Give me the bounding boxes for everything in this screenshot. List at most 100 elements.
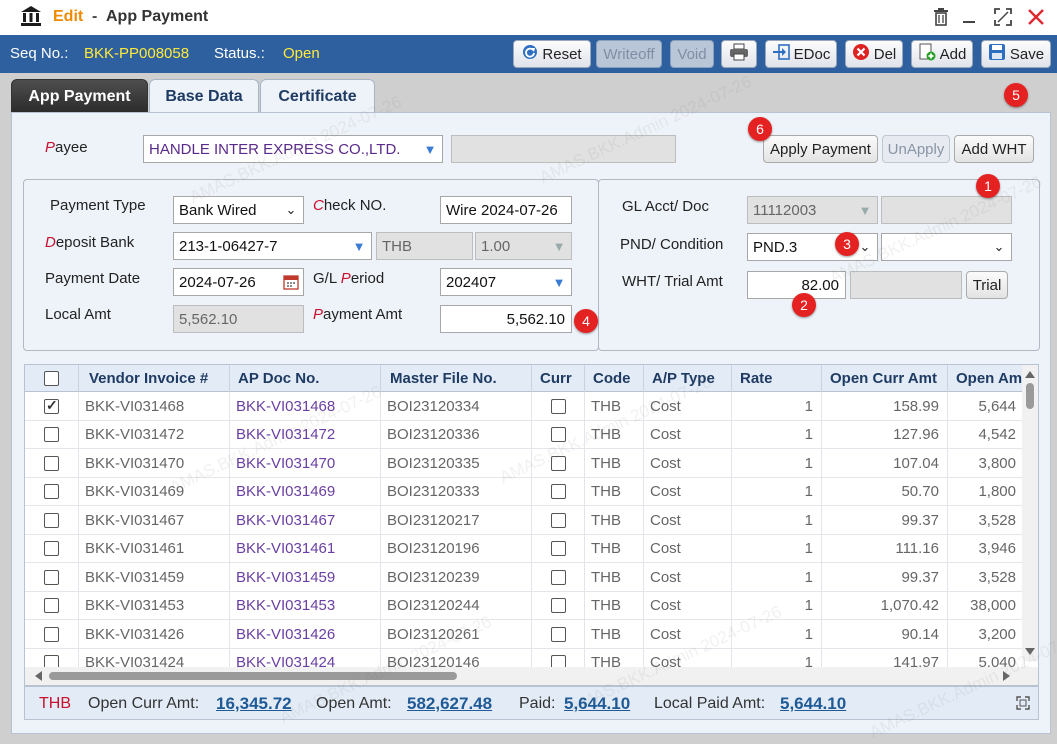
- row-checkbox[interactable]: [44, 484, 59, 499]
- curr-checkbox-cell[interactable]: [532, 506, 585, 534]
- table-row[interactable]: BKK-VI031470 BKK-VI031470 BOI23120335 THB Co…: [25, 449, 1025, 478]
- close-icon[interactable]: [1025, 6, 1047, 28]
- ap-doc-link[interactable]: BKK-VI031468: [230, 392, 381, 420]
- col-open-curr-amt[interactable]: Open Curr Amt: [822, 365, 948, 392]
- curr-checkbox-cell[interactable]: [532, 620, 585, 648]
- row-checkbox[interactable]: [44, 626, 59, 642]
- curr-checkbox[interactable]: [550, 512, 566, 528]
- select-all-checkbox[interactable]: [44, 371, 59, 386]
- row-checkbox[interactable]: [44, 455, 59, 471]
- condition-select[interactable]: ⌄: [881, 233, 1012, 261]
- curr-checkbox-cell[interactable]: [532, 477, 585, 506]
- row-select-cell[interactable]: [25, 534, 79, 563]
- row-select-cell[interactable]: [25, 420, 79, 449]
- expand-icon[interactable]: [1016, 696, 1030, 715]
- curr-checkbox-cell[interactable]: [532, 591, 585, 620]
- table-row[interactable]: BKK-VI031472 BKK-VI031472 BOI23120336 THB Co…: [25, 420, 1025, 449]
- trash-icon[interactable]: [930, 6, 952, 28]
- row-select-cell[interactable]: [25, 563, 79, 591]
- gl-period-select[interactable]: 202407 ▼: [440, 268, 572, 296]
- ap-doc-link[interactable]: BKK-VI031467: [230, 506, 381, 534]
- table-row[interactable]: BKK-VI031468BKK-VI031468BOI23120334THBCo…: [25, 392, 1025, 421]
- table-row[interactable]: BKK-VI031467 BKK-VI031467 BOI23120217 THB Co…: [25, 506, 1025, 535]
- table-row[interactable]: BKK-VI031426 BKK-VI031426 BOI23120261 THB Co…: [25, 620, 1025, 649]
- delete-button[interactable]: Del: [845, 40, 903, 68]
- unapply-button[interactable]: UnApply: [882, 135, 950, 163]
- calendar-icon[interactable]: [279, 269, 303, 295]
- payment-type-select[interactable]: Bank Wired ⌄: [173, 196, 304, 224]
- curr-checkbox-cell[interactable]: [532, 449, 585, 477]
- open-amt-value[interactable]: 582,627.48: [407, 694, 492, 714]
- col-vendor-invoice[interactable]: Vendor Invoice #: [79, 365, 230, 392]
- ap-doc-link[interactable]: BKK-VI031453: [230, 591, 381, 620]
- col-rate[interactable]: Rate: [732, 365, 822, 392]
- curr-checkbox[interactable]: [550, 541, 566, 556]
- row-checkbox[interactable]: [44, 397, 59, 414]
- ap-doc-link[interactable]: BKK-VI031469: [230, 477, 381, 506]
- col-ap-type[interactable]: A/P Type: [644, 365, 732, 392]
- check-no-input[interactable]: Wire 2024-07-26: [440, 196, 572, 224]
- ap-doc-link[interactable]: BKK-VI031461: [230, 534, 381, 563]
- row-select-cell[interactable]: [25, 449, 79, 477]
- open-curr-amt-value[interactable]: 16,345.72: [216, 694, 292, 714]
- minimize-icon[interactable]: [958, 6, 980, 28]
- curr-checkbox[interactable]: [550, 569, 566, 585]
- table-row[interactable]: BKK-VI031461 BKK-VI031461 BOI23120196 THB Co…: [25, 534, 1025, 563]
- tab-certificate[interactable]: Certificate: [260, 79, 375, 113]
- row-checkbox[interactable]: [44, 569, 59, 585]
- void-button[interactable]: Void: [670, 40, 714, 68]
- row-select-cell[interactable]: [25, 506, 79, 534]
- curr-checkbox[interactable]: [550, 427, 566, 442]
- col-master-file-no[interactable]: Master File No.: [381, 365, 532, 392]
- tab-base-data[interactable]: Base Data: [149, 79, 259, 113]
- ap-doc-link[interactable]: BKK-VI031470: [230, 449, 381, 477]
- deposit-bank-select[interactable]: 213-1-06427-7 ▼: [173, 232, 372, 260]
- row-checkbox[interactable]: [44, 598, 59, 613]
- writeoff-button[interactable]: Writeoff: [596, 40, 662, 68]
- maximize-icon[interactable]: [992, 6, 1014, 28]
- add-button[interactable]: Add: [911, 40, 973, 68]
- table-row[interactable]: BKK-VI031453 BKK-VI031453 BOI23120244 THB Co…: [25, 591, 1025, 620]
- curr-checkbox[interactable]: [550, 626, 566, 642]
- curr-checkbox[interactable]: [550, 484, 566, 499]
- curr-checkbox[interactable]: [550, 455, 566, 471]
- curr-checkbox-cell[interactable]: [532, 420, 585, 449]
- vertical-scrollbar[interactable]: [1022, 365, 1038, 661]
- ap-doc-link[interactable]: BKK-VI031472: [230, 420, 381, 449]
- payment-date-input[interactable]: 2024-07-26: [173, 268, 304, 296]
- table-row[interactable]: BKK-VI031469 BKK-VI031469 BOI23120333 THB Co…: [25, 477, 1025, 506]
- horizontal-scrollbar[interactable]: [25, 667, 1038, 685]
- tab-app-payment[interactable]: App Payment: [11, 79, 148, 113]
- row-checkbox[interactable]: [44, 512, 59, 528]
- curr-checkbox-cell[interactable]: [532, 392, 585, 420]
- col-ap-doc-no[interactable]: AP Doc No.: [230, 365, 381, 392]
- curr-checkbox[interactable]: [550, 398, 566, 414]
- local-paid-amt-value[interactable]: 5,644.10: [780, 694, 846, 714]
- edoc-button[interactable]: EDoc: [765, 40, 837, 68]
- row-checkbox[interactable]: [44, 427, 59, 442]
- col-curr[interactable]: Curr: [532, 365, 585, 392]
- trial-button[interactable]: Trial: [966, 271, 1008, 299]
- save-button[interactable]: Save: [981, 40, 1051, 68]
- row-select-cell[interactable]: [25, 591, 79, 620]
- row-select-cell[interactable]: [25, 620, 79, 648]
- col-code[interactable]: Code: [585, 365, 644, 392]
- ap-doc-link[interactable]: BKK-VI031426: [230, 620, 381, 648]
- print-button[interactable]: [721, 40, 757, 68]
- select-all-checkbox-cell[interactable]: [25, 365, 79, 392]
- apply-payment-button[interactable]: Apply Payment: [763, 135, 878, 163]
- row-select-cell[interactable]: [25, 392, 79, 420]
- payee-select[interactable]: HANDLE INTER EXPRESS CO.,LTD. ▼: [143, 135, 443, 163]
- row-select-cell[interactable]: [25, 477, 79, 506]
- curr-checkbox[interactable]: [550, 598, 566, 613]
- ap-doc-link[interactable]: BKK-VI031459: [230, 563, 381, 591]
- add-wht-button[interactable]: Add WHT: [954, 135, 1034, 163]
- curr-checkbox-cell[interactable]: [532, 534, 585, 563]
- paid-value[interactable]: 5,644.10: [564, 694, 630, 714]
- table-row[interactable]: BKK-VI031459 BKK-VI031459 BOI23120239 THB Co…: [25, 563, 1025, 592]
- reset-button[interactable]: Reset: [513, 40, 591, 68]
- payment-amt-input[interactable]: 5,562.10: [440, 305, 572, 333]
- row-checkbox[interactable]: [44, 541, 59, 556]
- curr-checkbox-cell[interactable]: [532, 563, 585, 591]
- marker-6: 6: [748, 117, 772, 141]
